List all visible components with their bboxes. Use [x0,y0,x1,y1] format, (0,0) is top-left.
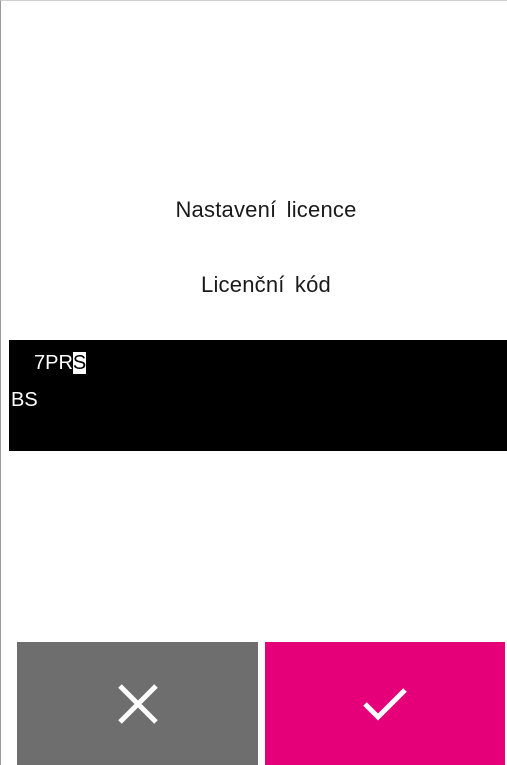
cancel-button[interactable] [17,642,258,765]
license-code-label: Licenční kód [201,272,331,297]
confirm-button[interactable] [265,642,505,765]
license-code-input[interactable]: 7PRS BS [9,340,507,451]
page-title: Nastavení licence [175,197,357,222]
check-icon [363,688,407,721]
code-line-2: BS [11,389,38,411]
text-cursor: S [72,352,87,374]
code-line-1-text: 7PR [34,352,73,374]
license-settings-screen: Nastavení licence Licenční kód 7PRS BS [0,0,507,765]
code-line-1: 7PRS [34,351,87,375]
close-icon [117,684,158,724]
